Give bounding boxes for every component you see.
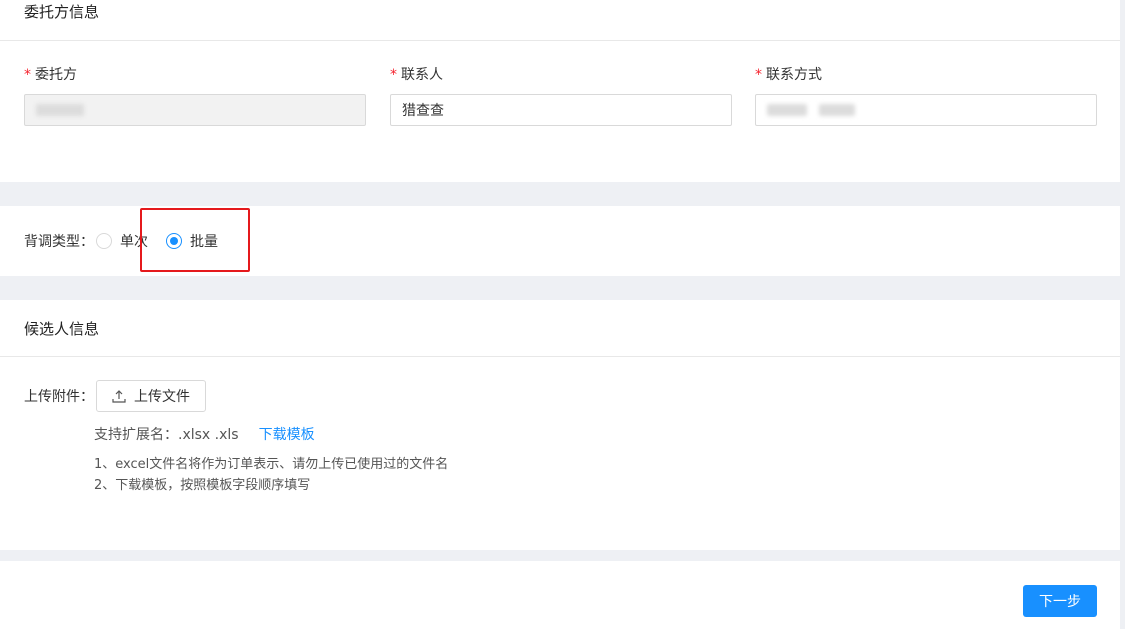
contact-person-field: * 联系人 猎查查 (390, 66, 732, 126)
candidate-info-title: 候选人信息 (0, 300, 1120, 357)
note-item: 2、下载模板，按照模板字段顺序填写 (94, 478, 311, 493)
redacted-value (819, 104, 855, 116)
contact-person-label: * 联系人 (390, 67, 443, 83)
required-mark: * (390, 67, 397, 83)
next-step-button[interactable]: 下一步 (1023, 585, 1097, 617)
upload-row: 上传附件： 上传文件 (24, 380, 206, 412)
radio-single[interactable]: 单次 (96, 231, 148, 251)
required-mark: * (755, 67, 762, 83)
candidate-info-panel: 候选人信息 上传附件： 上传文件 支持扩展名：.xlsx .xls 下载模板 1… (0, 300, 1120, 550)
client-info-panel: 委托方信息 * 委托方 * 联系人 猎查查 * 联系方式 (0, 0, 1120, 182)
radio-single-label: 单次 (120, 234, 148, 250)
upload-icon (112, 390, 126, 403)
radio-batch[interactable]: 批量 (166, 231, 218, 251)
radio-batch-label: 批量 (190, 234, 218, 250)
extensions-text: 支持扩展名：.xlsx .xls (94, 427, 239, 443)
note-item: 1、excel文件名将作为订单表示、请勿上传已使用过的文件名 (94, 457, 449, 472)
redacted-value (36, 104, 84, 116)
required-mark: * (24, 67, 31, 83)
radio-batch-circle[interactable] (166, 233, 182, 249)
upload-file-label: 上传文件 (134, 389, 190, 405)
check-type-panel: 背调类型： 单次 批量 (0, 206, 1120, 276)
upload-label: 上传附件： (24, 389, 94, 405)
extensions-hint: 支持扩展名：.xlsx .xls 下载模板 (94, 424, 315, 444)
contact-method-label: * 联系方式 (755, 67, 822, 83)
redacted-value (767, 104, 807, 116)
client-input (24, 94, 366, 126)
footer-panel: 下一步 (0, 561, 1120, 629)
contact-method-field: * 联系方式 (755, 66, 1097, 126)
client-field: * 委托方 (24, 66, 366, 126)
contact-person-input[interactable]: 猎查查 (390, 94, 732, 126)
client-label: * 委托方 (24, 67, 77, 83)
contact-method-input[interactable] (755, 94, 1097, 126)
check-type-row: 背调类型： 单次 批量 (24, 206, 234, 276)
check-type-label: 背调类型： (24, 234, 94, 250)
radio-single-circle[interactable] (96, 233, 112, 249)
upload-notes: 1、excel文件名将作为订单表示、请勿上传已使用过的文件名 2、下载模板，按照… (94, 454, 448, 496)
contact-person-value: 猎查查 (402, 103, 444, 119)
client-info-title: 委托方信息 (0, 0, 1120, 41)
upload-file-button[interactable]: 上传文件 (96, 380, 206, 412)
download-template-link[interactable]: 下载模板 (259, 424, 315, 444)
